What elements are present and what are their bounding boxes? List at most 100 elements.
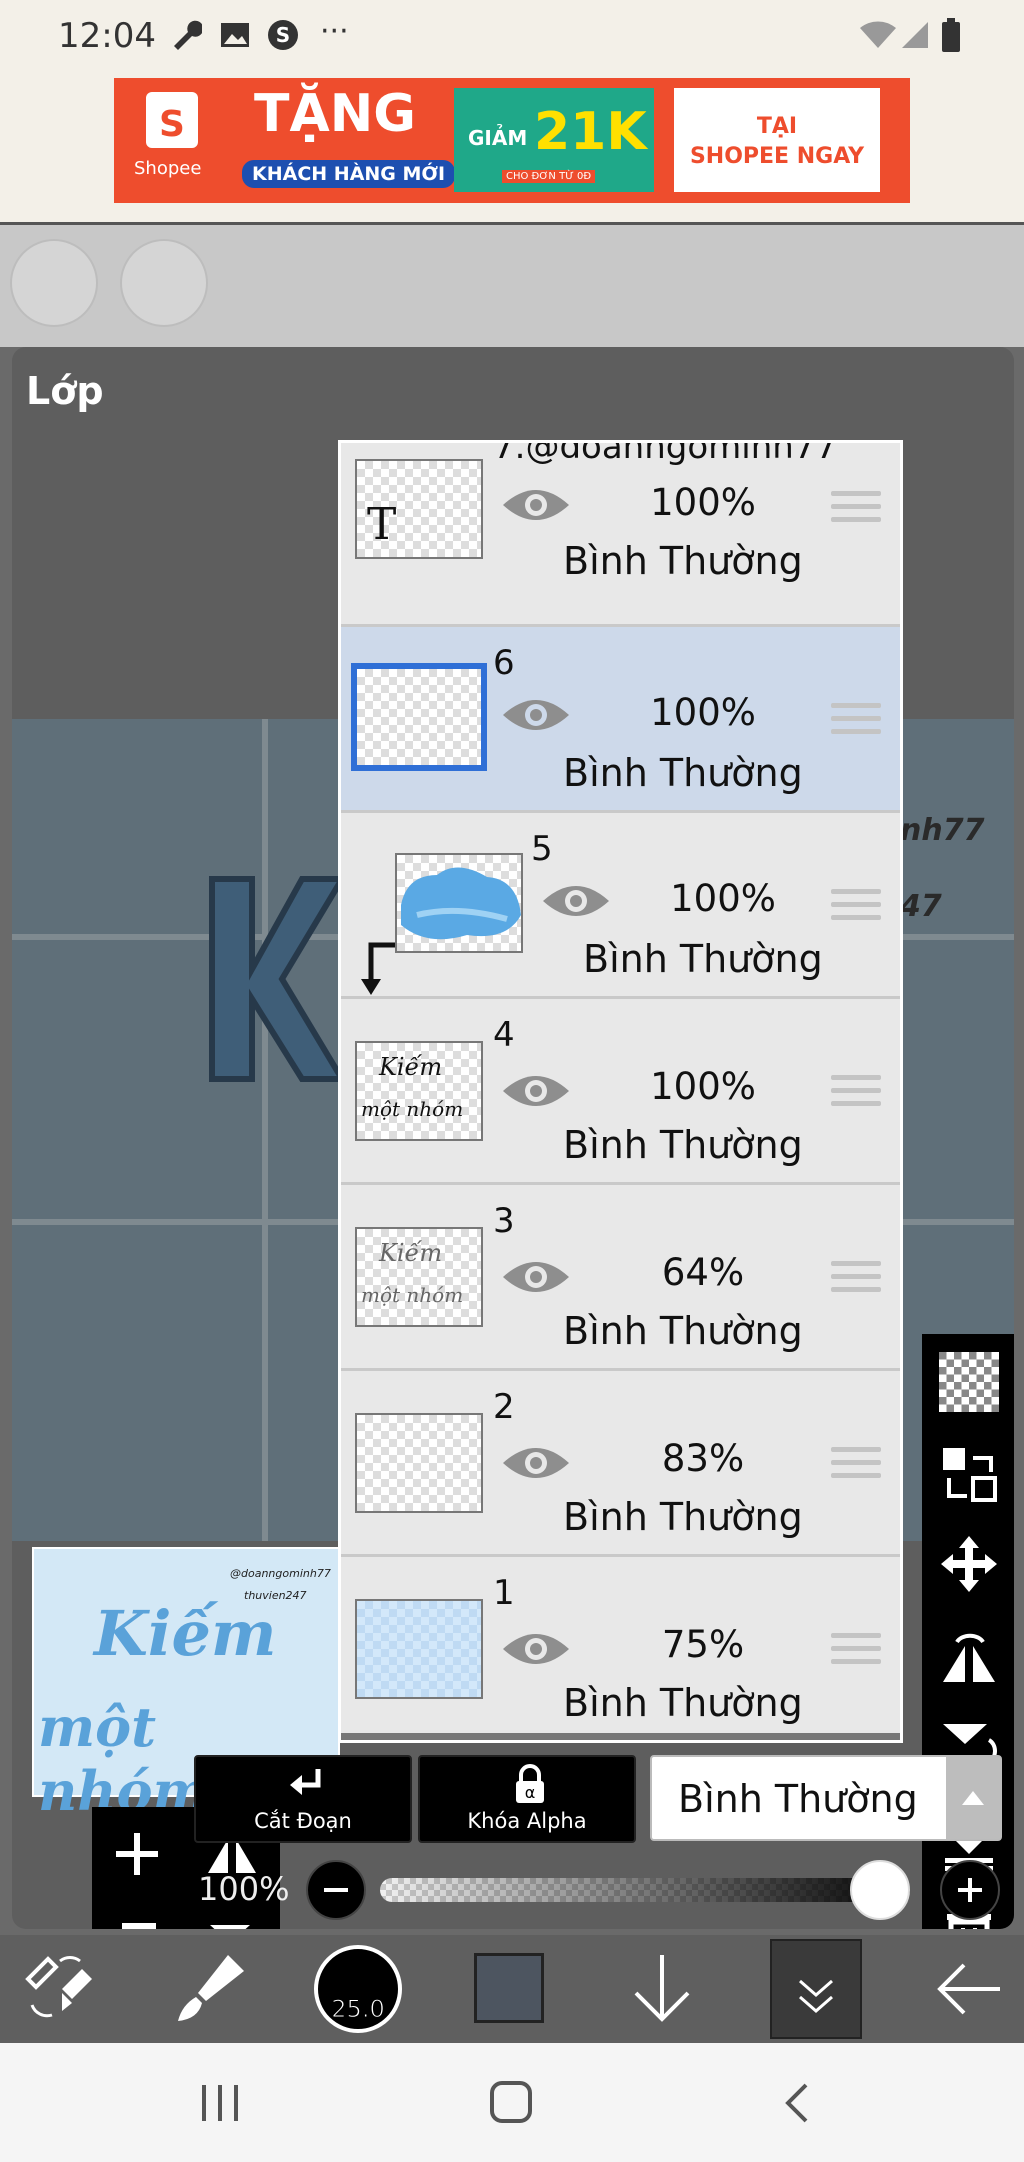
shopee-ad[interactable]: S Shopee TẶNG KHÁCH HÀNG MỚI GIẢM 21K CH… xyxy=(114,78,910,203)
layer-row[interactable]: 2 83% Bình Thường xyxy=(341,1371,900,1557)
edit-round-button[interactable] xyxy=(120,239,208,327)
layer-thumbnail: T xyxy=(355,459,483,559)
battery-icon xyxy=(940,18,962,54)
layer-opacity: 100% xyxy=(650,481,756,524)
layer-row[interactable]: 7.@doanngominh77 T 100% Bình Thường xyxy=(341,443,900,627)
layer-opacity: 75% xyxy=(661,1623,745,1666)
alpha-lock-label: Khóa Alpha xyxy=(467,1809,587,1833)
ad-cta-line2: SHOPEE NGAY xyxy=(689,144,865,169)
menu-round-button[interactable] xyxy=(10,239,98,327)
ad-discount-value: 21K xyxy=(534,102,647,162)
layer-thumbnail: Kiếm một nhóm xyxy=(355,1041,483,1141)
layer-opacity: 100% xyxy=(670,877,776,920)
layer-blend: Bình Thường xyxy=(563,1123,803,1167)
eye-icon[interactable] xyxy=(501,1441,571,1485)
layer-list: 7.@doanngominh77 T 100% Bình Thường 6 10… xyxy=(338,440,903,1743)
brush-icon[interactable] xyxy=(170,1949,250,2029)
status-time: 12:04 xyxy=(58,16,156,56)
ad-sub: KHÁCH HÀNG MỚI xyxy=(242,160,456,188)
minus-icon xyxy=(324,1888,348,1892)
layer-thumbnail xyxy=(351,663,487,771)
alpha-lock-button[interactable]: α Khóa Alpha xyxy=(418,1755,636,1843)
clip-button[interactable]: Cắt Đoạn xyxy=(194,1755,412,1843)
plus-button[interactable] xyxy=(940,1860,1000,1920)
eye-icon[interactable] xyxy=(501,693,571,737)
image-icon xyxy=(218,18,252,52)
layer-opacity: 100% xyxy=(650,1065,756,1108)
layer-blend: Bình Thường xyxy=(563,1309,803,1353)
ad-discount-box: GIẢM 21K CHO ĐƠN TỪ 0Đ xyxy=(454,88,654,192)
blend-mode-select[interactable]: Bình Thường xyxy=(650,1755,1002,1841)
drag-handle-icon[interactable] xyxy=(831,703,881,741)
layer-thumbnail xyxy=(355,1599,483,1699)
layer-thumbnail xyxy=(355,1413,483,1513)
ad-cta-box: TẠI SHOPEE NGAY xyxy=(674,88,880,192)
layer-row-selected[interactable]: 6 100% Bình Thường xyxy=(341,627,900,813)
ad-discount-prefix: GIẢM xyxy=(468,126,528,150)
top-button-bar xyxy=(0,225,1024,347)
preview-line-1: Kiếm xyxy=(94,1597,277,1670)
layer-blend: Bình Thường xyxy=(563,1681,803,1725)
layer-row[interactable]: 3 Kiếm một nhóm 64% Bình Thường xyxy=(341,1185,900,1371)
bottom-toolbar: 25.0 xyxy=(0,1935,1024,2043)
svg-text:α: α xyxy=(525,1783,536,1802)
eye-icon[interactable] xyxy=(501,1627,571,1671)
s-app-icon: S xyxy=(266,18,300,52)
opacity-slider-thumb[interactable] xyxy=(850,1860,910,1920)
drag-handle-icon[interactable] xyxy=(831,889,881,927)
blend-mode-value: Bình Thường xyxy=(678,1777,918,1821)
flip-h-icon[interactable] xyxy=(939,1626,999,1686)
minus-button[interactable] xyxy=(306,1860,366,1920)
layer-name: 4 xyxy=(493,1015,515,1055)
svg-text:S: S xyxy=(276,23,290,47)
layer-opacity: 83% xyxy=(661,1437,745,1480)
thumb-text-2: một nhóm xyxy=(361,1097,464,1121)
double-chevron-down-icon xyxy=(799,1979,833,2013)
layer-blend: Bình Thường xyxy=(563,751,803,795)
eye-icon[interactable] xyxy=(501,483,571,527)
drag-handle-icon[interactable] xyxy=(831,1447,881,1485)
recent-apps-icon[interactable] xyxy=(196,2081,244,2125)
swap-layer-icon[interactable] xyxy=(939,1444,999,1504)
back-arrow-icon[interactable] xyxy=(930,1949,1010,2029)
drag-handle-icon[interactable] xyxy=(831,491,881,529)
thumb-text-1: Kiếm xyxy=(379,1053,443,1081)
ad-brand: Shopee xyxy=(134,158,202,179)
layers-button[interactable] xyxy=(770,1939,862,2039)
opacity-row: 100% xyxy=(0,1858,1024,1922)
back-icon[interactable] xyxy=(778,2081,818,2125)
move-icon[interactable] xyxy=(939,1534,999,1594)
layer-list-scroll-end xyxy=(341,1733,900,1740)
home-icon[interactable] xyxy=(488,2079,534,2125)
opacity-slider-track[interactable] xyxy=(380,1878,910,1902)
clip-arrow-icon xyxy=(361,942,395,995)
brush-size-button[interactable]: 25.0 xyxy=(314,1945,402,2033)
layer-name: 6 xyxy=(493,643,515,683)
ad-banner-area: S Shopee TẶNG KHÁCH HÀNG MỚI GIẢM 21K CH… xyxy=(0,75,1024,225)
shopee-bag-icon: S xyxy=(146,92,198,148)
layer-row[interactable]: 5 100% Bình Thường xyxy=(341,813,900,999)
layer-thumbnail: Kiếm một nhóm xyxy=(355,1227,483,1327)
panel-title: Lớp xyxy=(26,369,104,413)
eye-icon[interactable] xyxy=(541,879,611,923)
arrow-down-icon[interactable] xyxy=(622,1949,702,2029)
drag-handle-icon[interactable] xyxy=(831,1261,881,1299)
layer-blend: Bình Thường xyxy=(563,539,803,583)
layer-row[interactable]: 1 75% Bình Thường xyxy=(341,1557,900,1740)
thumb-text-1: Kiếm xyxy=(379,1239,443,1267)
swap-tool-icon[interactable] xyxy=(18,1949,98,2029)
layer-name: 1 xyxy=(493,1573,515,1613)
drag-handle-icon[interactable] xyxy=(831,1075,881,1113)
eye-icon[interactable] xyxy=(501,1255,571,1299)
transparency-icon[interactable] xyxy=(939,1352,999,1412)
layer-opacity: 100% xyxy=(650,691,756,734)
canvas-handle-bottom: 47 xyxy=(900,889,942,924)
eye-icon[interactable] xyxy=(501,1069,571,1113)
opacity-label: 100% xyxy=(198,1870,290,1908)
svg-text:S: S xyxy=(159,104,185,145)
layer-thumbnail xyxy=(395,853,523,953)
drag-handle-icon[interactable] xyxy=(831,1633,881,1671)
color-swatch[interactable] xyxy=(474,1953,544,2023)
layer-row[interactable]: 4 Kiếm một nhóm 100% Bình Thường xyxy=(341,999,900,1185)
thumb-text-2: một nhóm xyxy=(361,1283,464,1307)
